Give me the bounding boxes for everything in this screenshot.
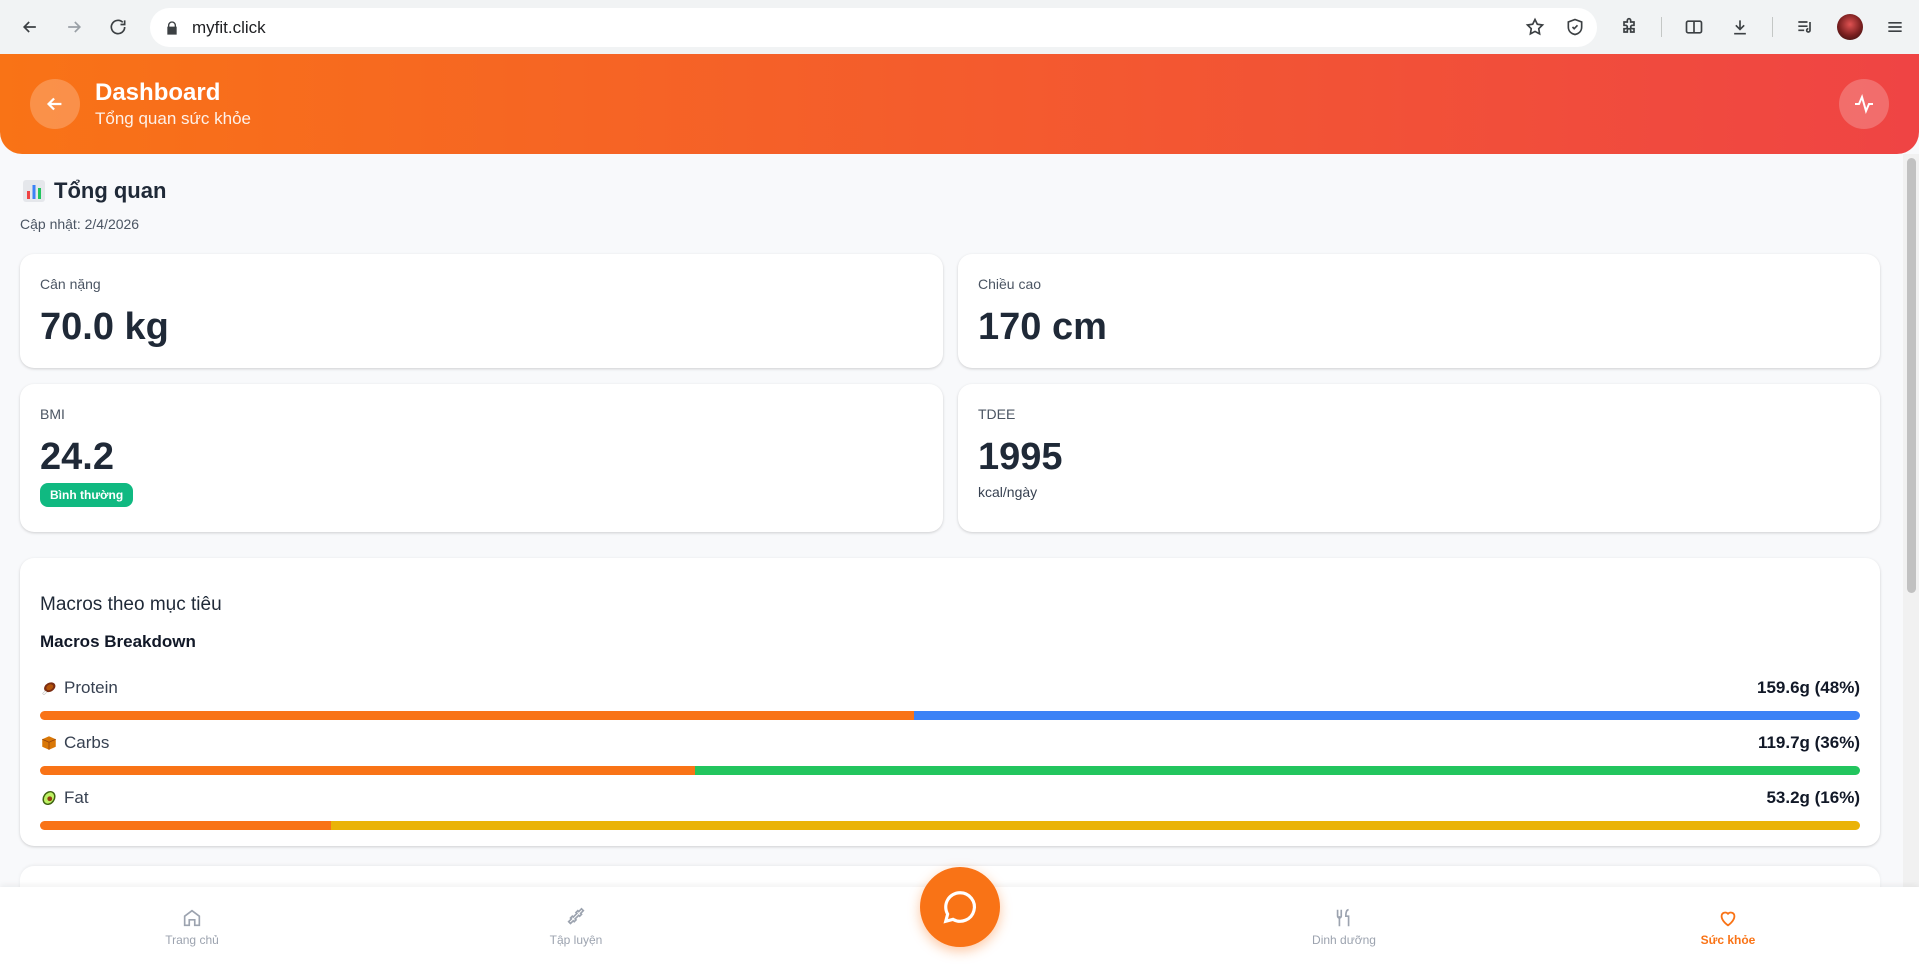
forward-arrow-icon[interactable]	[60, 13, 88, 41]
macro-name: Carbs	[64, 733, 110, 752]
avocado-icon	[42, 790, 56, 806]
macro-name: Protein	[64, 678, 118, 697]
nav-label: Dinh dưỡng	[1312, 933, 1376, 947]
macro-bar-rest	[331, 821, 1860, 830]
chat-button[interactable]	[920, 867, 1000, 947]
weight-card: Cân nặng 70.0 kg	[20, 254, 943, 368]
tdee-value: 1995	[978, 436, 1063, 478]
updated-date: Cập nhật: 2/4/2026	[20, 216, 140, 232]
toolbar-divider	[1661, 17, 1662, 37]
bmi-value: 24.2	[40, 436, 114, 478]
macro-bar-fill	[40, 821, 332, 830]
weight-value: 70.0 kg	[40, 306, 169, 348]
bmi-label: BMI	[40, 406, 65, 422]
bmi-card: BMI 24.2 Bình thường	[20, 384, 943, 532]
media-queue-icon[interactable]	[1791, 13, 1819, 41]
tdee-card: TDEE 1995 kcal/ngày	[958, 384, 1880, 532]
dumbbell-icon	[567, 907, 585, 925]
bmi-status-badge: Bình thường	[40, 483, 134, 507]
url-text: myfit.click	[192, 17, 266, 37]
macro-name: Fat	[64, 788, 89, 807]
reload-icon[interactable]	[104, 13, 132, 41]
macros-subtitle: Macros Breakdown	[40, 632, 196, 651]
height-label: Chiều cao	[978, 276, 1042, 292]
shield-icon[interactable]	[1565, 17, 1585, 37]
bar-chart-icon	[23, 180, 45, 202]
toolbar-divider	[1772, 17, 1773, 37]
macro-value: 159.6g (48%)	[1757, 678, 1860, 697]
macro-value: 119.7g (36%)	[1757, 733, 1860, 752]
weight-label: Cân nặng	[40, 276, 101, 292]
bottom-nav: Trang chủ Tập luyện Dinh dưỡng Sức khỏe	[0, 867, 1919, 969]
download-icon[interactable]	[1726, 13, 1754, 41]
extensions-icon[interactable]	[1615, 13, 1643, 41]
chat-bubble-icon	[943, 891, 976, 924]
heart-icon	[1720, 911, 1736, 927]
page-scrollbar[interactable]	[1903, 154, 1919, 887]
star-icon[interactable]	[1525, 17, 1545, 37]
arrow-left-icon	[46, 97, 62, 111]
back-button[interactable]	[30, 79, 80, 129]
activity-button[interactable]	[1839, 79, 1889, 129]
macro-value: 53.2g (16%)	[1766, 788, 1860, 807]
macro-bar-fill	[40, 711, 914, 720]
overview-heading: Tổng quan	[22, 178, 166, 204]
macro-bar-rest	[913, 711, 1860, 720]
browser-toolbar: myfit.click	[0, 0, 1919, 54]
page-title: Dashboard	[95, 79, 221, 106]
page-subtitle: Tổng quan sức khỏe	[95, 109, 251, 128]
app-header: Dashboard Tổng quan sức khỏe	[0, 54, 1919, 154]
nav-label: Tập luyện	[549, 933, 603, 947]
nav-item-health[interactable]: Sức khỏe	[1658, 907, 1798, 947]
macro-progress-bar	[40, 821, 1860, 830]
tdee-unit: kcal/ngày	[978, 484, 1038, 500]
lock-icon	[167, 20, 177, 35]
nav-label: Sức khỏe	[1700, 933, 1756, 947]
back-arrow-icon[interactable]	[16, 13, 44, 41]
activity-icon	[1855, 94, 1873, 114]
utensils-icon	[1336, 908, 1350, 927]
height-card: Chiều cao 170 cm	[958, 254, 1880, 368]
nav-label: Trang chủ	[165, 933, 219, 947]
scrollbar-thumb[interactable]	[1907, 158, 1916, 593]
profile-avatar[interactable]	[1837, 14, 1863, 40]
nav-item-home[interactable]: Trang chủ	[122, 907, 262, 947]
macro-bar-rest	[695, 766, 1860, 775]
split-view-icon[interactable]	[1680, 13, 1708, 41]
menu-icon[interactable]	[1881, 13, 1909, 41]
macros-title: Macros theo mục tiêu	[40, 594, 222, 615]
nav-item-workout[interactable]: Tập luyện	[506, 907, 646, 947]
macro-progress-bar	[40, 711, 1860, 720]
tdee-label: TDEE	[978, 406, 1016, 422]
macro-progress-bar	[40, 766, 1860, 775]
height-value: 170 cm	[978, 306, 1107, 348]
meat-icon	[42, 682, 56, 695]
box-icon	[42, 736, 56, 750]
macro-bar-fill	[40, 766, 696, 775]
address-bar[interactable]: myfit.click	[150, 8, 1597, 47]
nav-item-nutrition[interactable]: Dinh dưỡng	[1274, 907, 1414, 947]
overview-title: Tổng quan	[54, 178, 167, 203]
home-icon	[183, 909, 201, 927]
macros-card: Macros theo mục tiêu Macros Breakdown Pr…	[20, 558, 1880, 846]
